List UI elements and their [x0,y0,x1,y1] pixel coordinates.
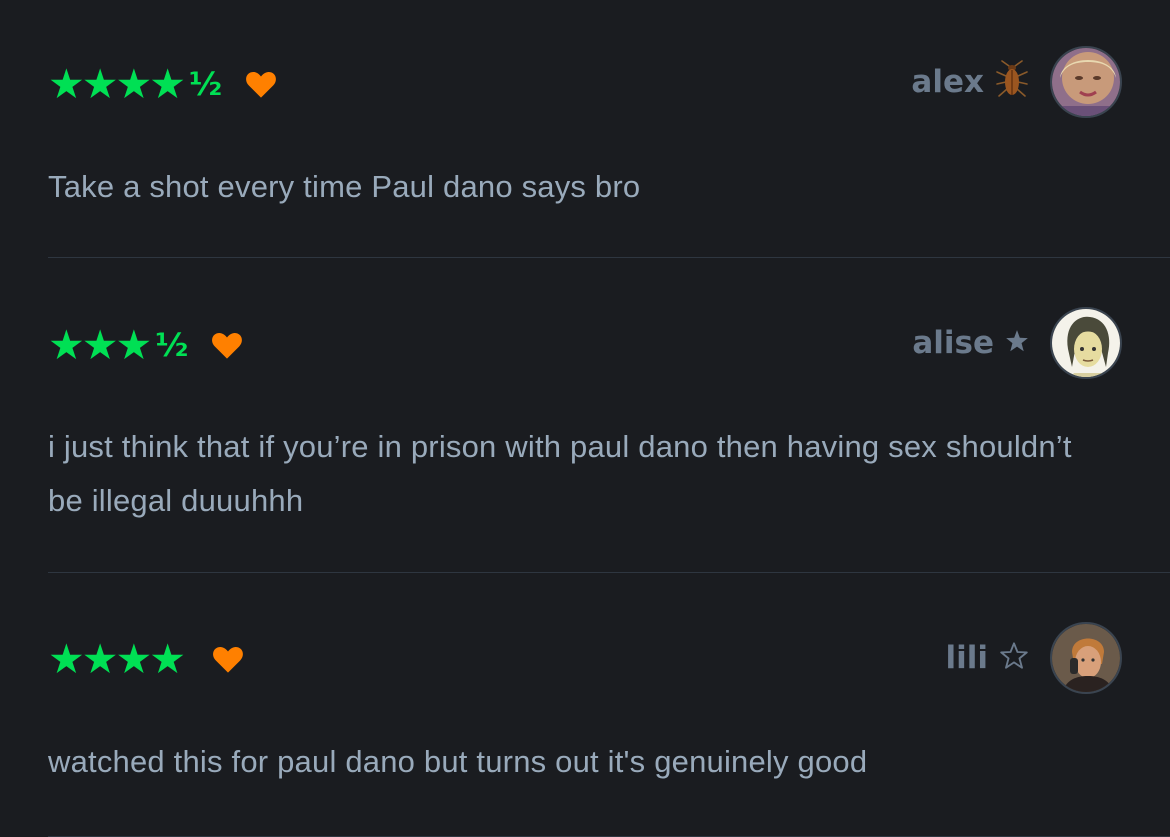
heart-icon [246,71,277,98]
username[interactable]: lili [945,638,988,678]
half-star: ½ [189,65,223,103]
star-rating: ★★★★ [48,60,186,108]
avatar[interactable] [1050,307,1122,379]
review-item: ★★★★ ½ alex Take a shot every time Paul … [0,0,1170,258]
review-text: i just think that if you’re in prison wi… [48,429,1072,518]
review-author[interactable]: lili [945,620,1122,696]
star-rating: ★★★★ [48,635,186,683]
avatar[interactable] [1050,46,1122,118]
review-author[interactable]: alise [912,305,1122,381]
review-item: ★★★ ½ alise i just think that if you’re … [0,258,1170,573]
half-star: ½ [155,326,189,364]
rating: ★★★★ [48,635,245,683]
avatar[interactable] [1050,622,1122,694]
review-author[interactable]: alex [911,44,1122,120]
rating: ★★★★ ½ [48,60,278,108]
username[interactable]: alise [912,323,994,363]
heart-icon [212,332,243,359]
heart-icon [213,646,243,673]
star-rating: ★★★ [48,321,152,369]
star-icon [1004,328,1030,358]
rating: ★★★ ½ [48,321,244,369]
username[interactable]: alex [911,62,984,102]
review-text: Take a shot every time Paul dano says br… [48,169,641,204]
review-item: ★★★★ lili watched this for paul dano but… [0,573,1170,837]
review-text: watched this for paul dano but turns out… [48,744,868,779]
star-outline-icon [998,640,1030,676]
reviews-list: ★★★★ ½ alex Take a shot every time Paul … [0,0,1170,837]
cockroach-icon [994,60,1030,104]
